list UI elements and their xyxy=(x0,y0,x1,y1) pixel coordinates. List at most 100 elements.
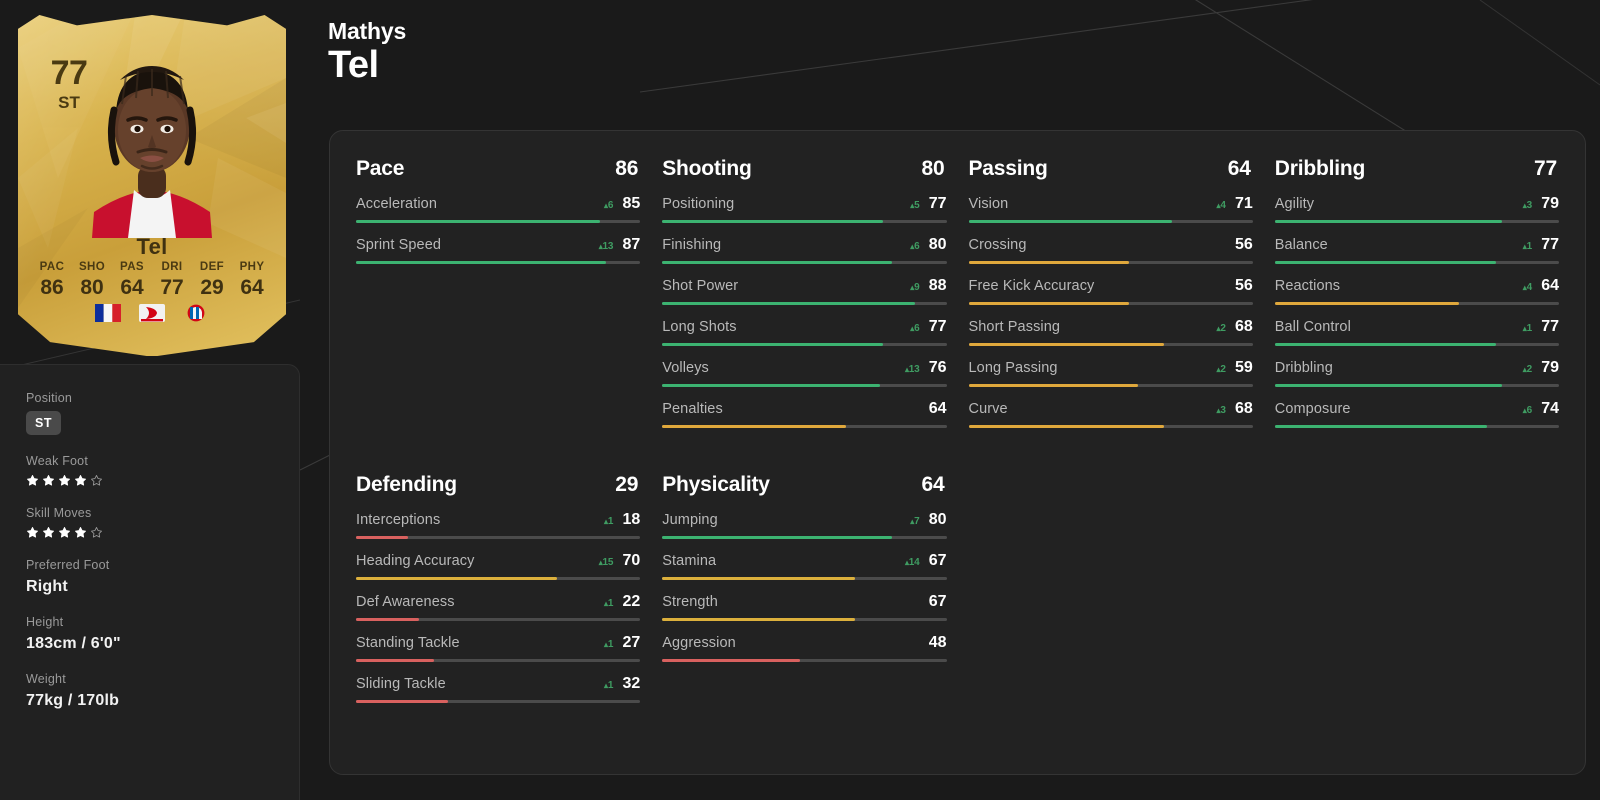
stat-name: Free Kick Accuracy xyxy=(968,278,1095,294)
stat-header: Composure ▴6 74 xyxy=(1275,400,1559,418)
stat-value-group: ▴6 80 xyxy=(910,236,946,254)
stat-row-penalties: Penalties 64 xyxy=(662,400,947,428)
card-stat-value: 86 xyxy=(40,275,64,299)
stat-value-group: ▴14 67 xyxy=(905,552,947,570)
stat-value-group: ▴2 79 xyxy=(1523,359,1559,377)
stat-bar-track xyxy=(356,261,641,264)
caret-up-icon: ▴ xyxy=(1522,201,1527,210)
stat-name: Reactions xyxy=(1274,278,1341,294)
stat-value-group: ▴13 76 xyxy=(905,359,947,377)
stat-value: 80 xyxy=(928,511,947,528)
stat-value: 67 xyxy=(928,552,947,569)
player-card[interactable]: 77 ST Tel PAC 86 SHO 80 PAS 64 DRI 77 DEF 29 PHY 64 xyxy=(18,8,286,358)
stat-header: Dribbling ▴2 79 xyxy=(1275,359,1559,377)
stat-bar-fill xyxy=(1274,302,1459,305)
info-weight-value: 77kg / 170lb xyxy=(26,692,120,709)
stat-bar-track xyxy=(356,618,641,621)
stat-modifier: ▴1 xyxy=(604,598,614,609)
stat-header: Sliding Tackle ▴1 32 xyxy=(356,675,640,693)
attribute-groups-row-1: Pace 86 Acceleration ▴6 85 Sprint Speed ▴13 87 S… xyxy=(356,157,1559,451)
stat-bar-track xyxy=(968,343,1253,346)
stat-header: Reactions ▴4 64 xyxy=(1275,277,1559,295)
stat-value: 77 xyxy=(1541,236,1559,253)
caret-up-icon: ▴ xyxy=(598,558,603,567)
stat-name: Balance xyxy=(1274,237,1328,253)
page-title: Mathys Tel xyxy=(328,18,406,88)
stat-bar-fill xyxy=(662,577,855,580)
card-stat-value: 77 xyxy=(160,275,184,299)
caret-up-icon: ▴ xyxy=(910,283,915,292)
stat-header: Shot Power ▴9 88 xyxy=(662,277,946,295)
stat-modifier: ▴2 xyxy=(1216,323,1226,334)
stat-modifier: ▴1 xyxy=(1522,241,1532,252)
stat-value-group: ▴6 74 xyxy=(1523,400,1559,418)
card-stat-def: DEF 29 xyxy=(192,260,232,299)
skill-moves-star-rating xyxy=(26,526,273,539)
stat-bar-fill xyxy=(662,384,881,387)
caret-up-icon: ▴ xyxy=(604,517,608,526)
caret-up-icon: ▴ xyxy=(1216,201,1221,210)
stat-bar-track xyxy=(1274,425,1559,428)
caret-up-icon: ▴ xyxy=(604,681,608,690)
position-chip[interactable]: ST xyxy=(26,411,62,435)
stat-name: Stamina xyxy=(662,553,717,569)
stat-name: Finishing xyxy=(662,237,722,253)
group-name: Dribbling xyxy=(1274,157,1366,180)
stat-value: 68 xyxy=(1234,318,1253,335)
stat-header: Positioning ▴5 77 xyxy=(662,195,946,213)
star-empty-icon xyxy=(90,474,103,486)
stat-bar-fill xyxy=(1274,425,1488,428)
stat-bar-fill xyxy=(356,577,557,580)
stat-header: Crossing 56 xyxy=(969,236,1253,254)
stat-value-group: ▴1 18 xyxy=(604,511,640,529)
stat-value: 59 xyxy=(1234,359,1253,376)
stat-bar-fill xyxy=(968,261,1130,264)
stat-modifier: ▴6 xyxy=(604,200,614,211)
stat-row-balance: Balance ▴1 77 xyxy=(1274,236,1559,264)
stat-bar-fill xyxy=(662,261,892,264)
caret-up-icon: ▴ xyxy=(910,242,915,251)
stat-bar-track xyxy=(356,220,641,223)
stat-header: Balance ▴1 77 xyxy=(1275,236,1559,254)
stat-name: Strength xyxy=(662,594,718,610)
caret-up-icon: ▴ xyxy=(604,599,608,608)
stat-value: 70 xyxy=(622,552,641,569)
stat-bar-track xyxy=(1274,384,1559,387)
stat-bar-fill xyxy=(662,618,855,621)
stat-row-ball-control: Ball Control ▴1 77 xyxy=(1274,318,1559,346)
stat-row-curve: Curve ▴3 68 xyxy=(968,400,1253,428)
stat-value: 74 xyxy=(1541,400,1559,417)
stat-value-group: 56 xyxy=(1231,277,1253,295)
stat-value-group: ▴15 70 xyxy=(599,552,641,570)
bayern-munich-crest-icon xyxy=(187,304,205,322)
group-header: Pace 86 xyxy=(356,157,640,181)
player-first-name: Mathys xyxy=(328,18,407,44)
stat-header: Strength 67 xyxy=(662,593,946,611)
stat-modifier: ▴1 xyxy=(1522,323,1532,334)
card-stat-value: 64 xyxy=(120,275,144,299)
stat-bar-fill xyxy=(1274,343,1496,346)
card-stat-label: SHO xyxy=(78,261,106,273)
stat-value: 87 xyxy=(622,236,641,253)
stat-bar-track xyxy=(968,302,1253,305)
stat-row-vision: Vision ▴4 71 xyxy=(968,195,1253,223)
stat-row-sprint-speed: Sprint Speed ▴13 87 xyxy=(356,236,641,264)
stat-bar-track xyxy=(662,384,947,387)
caret-up-icon: ▴ xyxy=(1522,242,1527,251)
stat-value: 71 xyxy=(1234,195,1253,212)
star-filled-icon xyxy=(42,474,55,486)
stat-modifier: ▴1 xyxy=(604,516,614,527)
stat-value: 56 xyxy=(1234,277,1253,294)
stat-modifier: ▴13 xyxy=(904,364,920,375)
stat-name: Def Awareness xyxy=(356,594,455,610)
stat-bar-fill xyxy=(356,220,601,223)
stat-name: Crossing xyxy=(968,237,1027,253)
star-filled-icon xyxy=(26,526,39,538)
stat-header: Stamina ▴14 67 xyxy=(662,552,946,570)
caret-up-icon: ▴ xyxy=(1522,406,1527,415)
stat-bar-track xyxy=(356,536,641,539)
stat-name: Positioning xyxy=(662,196,735,212)
group-header: Defending 29 xyxy=(356,473,640,497)
stat-modifier: ▴3 xyxy=(1522,200,1532,211)
stat-value: 67 xyxy=(928,593,947,610)
